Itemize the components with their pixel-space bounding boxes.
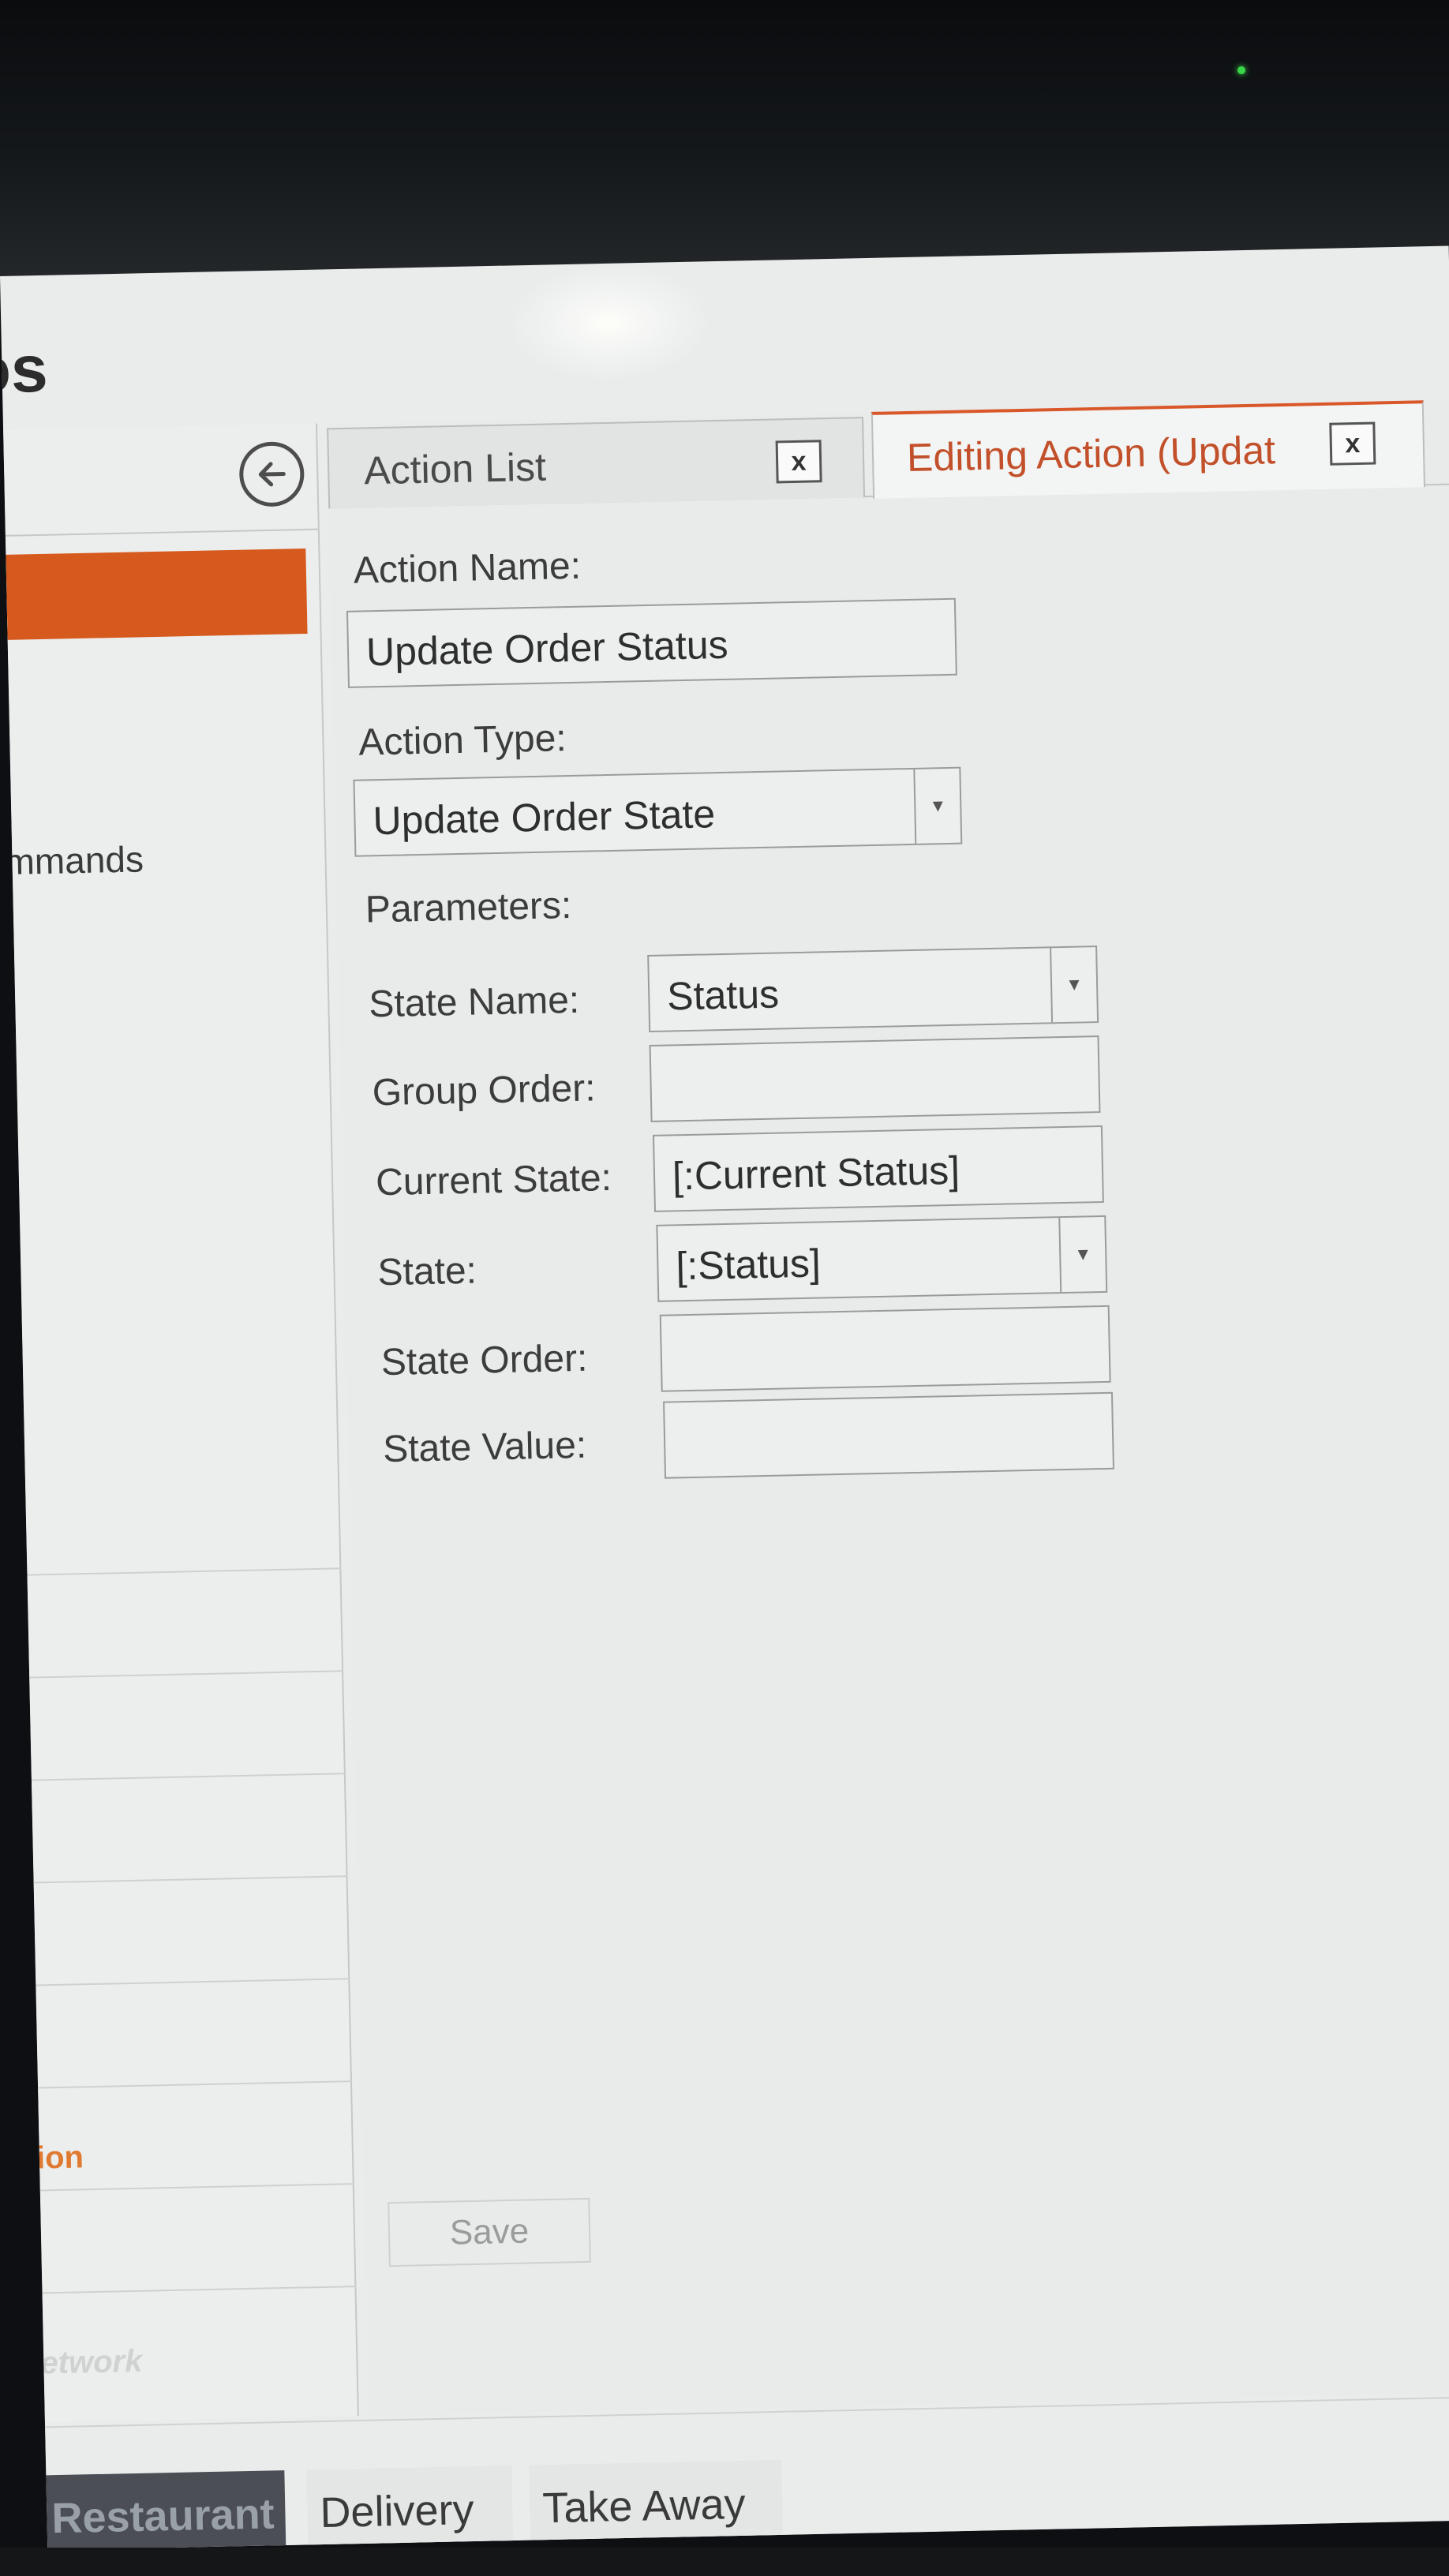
state-order-label: State Order:	[380, 1337, 588, 1384]
power-led	[1237, 66, 1245, 74]
action-type-label: Action Type:	[358, 717, 567, 764]
chevron-down-icon[interactable]: ▼	[1058, 1216, 1106, 1293]
state-order-field[interactable]	[659, 1305, 1111, 1392]
current-state-label: Current State:	[375, 1157, 612, 1204]
save-button[interactable]: Save	[388, 2197, 591, 2267]
group-order-field[interactable]	[649, 1035, 1101, 1122]
current-state-field[interactable]: [:Current Status]	[652, 1125, 1104, 1212]
sidebar: mmands ion etwork	[3, 423, 359, 2423]
sidebar-row[interactable]	[39, 2183, 357, 2293]
tab-label: Action List	[363, 444, 547, 493]
current-state-value: [:Current Status]	[672, 1148, 960, 1199]
action-name-field[interactable]: Update Order Status	[346, 597, 957, 688]
arrow-left-circle-icon	[258, 462, 286, 487]
sidebar-item-commands[interactable]: mmands	[4, 837, 144, 883]
state-name-value: Status	[666, 972, 780, 1019]
state-value-label: State Value:	[382, 1424, 587, 1471]
screen: os mmands ion etwork Action List x Editi…	[0, 245, 1449, 2551]
sidebar-row[interactable]: etwork	[39, 2286, 359, 2395]
monitor-bezel-top	[0, 0, 1449, 284]
tab-strip: Action List x Editing Action (Updat x	[326, 399, 1449, 509]
state-value-field[interactable]	[663, 1391, 1114, 1479]
sidebar-row[interactable]	[29, 1670, 346, 1780]
chevron-down-icon[interactable]: ▼	[1050, 947, 1098, 1023]
sidebar-list: ion etwork	[27, 1567, 359, 2395]
state-name-label: State Name:	[368, 979, 580, 1026]
action-type-select[interactable]: Update Order State ▼	[353, 766, 963, 857]
sidebar-row[interactable]	[27, 1567, 344, 1677]
tab-label: Editing Action (Updat	[906, 428, 1276, 480]
nav-restaurant[interactable]: Restaurant	[38, 2470, 286, 2551]
back-button[interactable]	[238, 440, 305, 507]
sidebar-row[interactable]: ion	[36, 2080, 354, 2190]
sidebar-row-label: etwork	[39, 2343, 143, 2381]
state-value: [:Status]	[675, 1241, 822, 1289]
parameters-label: Parameters:	[365, 885, 572, 931]
screen-glare	[504, 261, 713, 384]
action-name-label: Action Name:	[353, 545, 582, 592]
sidebar-row[interactable]	[36, 1978, 352, 2087]
nav-delivery[interactable]: Delivery	[306, 2466, 514, 2551]
sidebar-header	[3, 423, 318, 537]
action-name-value: Update Order Status	[365, 622, 729, 675]
sidebar-item-selected[interactable]	[6, 548, 308, 640]
nav-take-away[interactable]: Take Away	[529, 2459, 784, 2551]
sidebar-row-label: ion	[36, 2140, 84, 2176]
monitor-bezel-bottom	[0, 2548, 1449, 2576]
tab-action-list[interactable]: Action List x	[327, 417, 866, 509]
sidebar-row[interactable]	[31, 1773, 348, 1882]
state-name-select[interactable]: Status ▼	[647, 945, 1099, 1032]
close-icon[interactable]: x	[775, 440, 822, 484]
tab-editing-action[interactable]: Editing Action (Updat x	[871, 400, 1425, 499]
sidebar-row[interactable]	[33, 1875, 350, 1985]
chevron-down-icon[interactable]: ▼	[913, 768, 961, 844]
group-order-label: Group Order:	[372, 1067, 597, 1114]
app-title: os	[0, 331, 49, 407]
state-select[interactable]: [:Status] ▼	[656, 1215, 1108, 1302]
close-icon[interactable]: x	[1329, 421, 1376, 466]
editor-panel: Action List x Editing Action (Updat x Ac…	[326, 399, 1449, 2416]
state-label: State:	[376, 1249, 477, 1294]
action-type-value: Update Order State	[372, 792, 716, 844]
bottom-nav: Restaurant Delivery Take Away	[38, 2395, 1449, 2551]
